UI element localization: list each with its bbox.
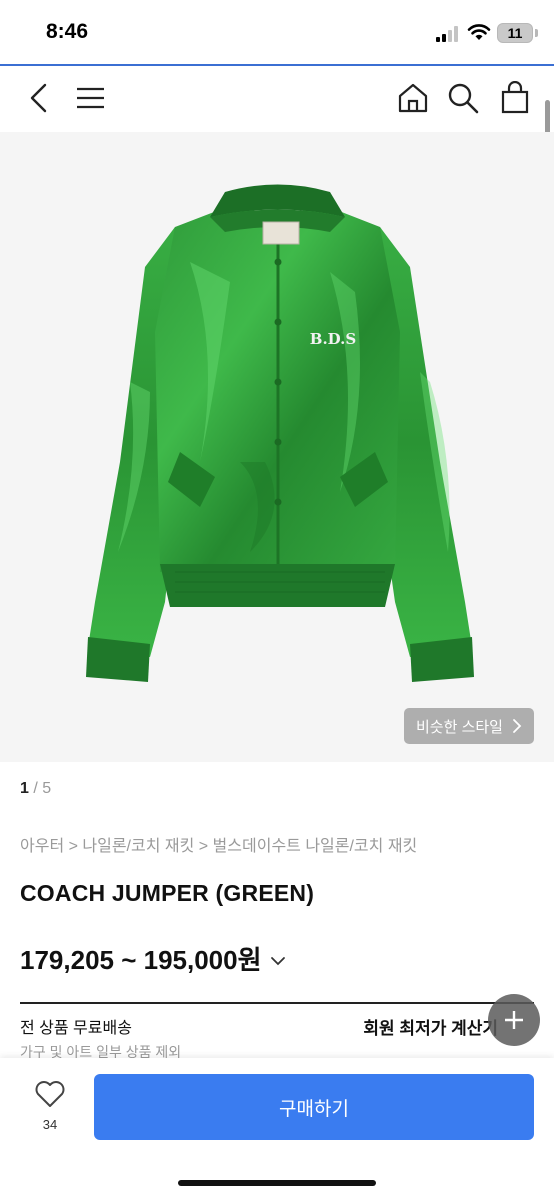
chevron-right-icon <box>513 719 522 733</box>
search-icon[interactable] <box>446 81 480 115</box>
hamburger-menu-icon[interactable] <box>74 81 108 115</box>
app-header <box>0 66 554 132</box>
chevron-left-icon[interactable] <box>22 81 56 115</box>
breadcrumb[interactable]: 아우터 > 나일론/코치 재킷 > 벌스데이수트 나일론/코치 재킷 <box>20 832 417 856</box>
section-divider <box>20 1002 534 1004</box>
product-image[interactable]: B.D.S 비슷한 스타일 <box>0 132 554 762</box>
heart-icon <box>35 1081 65 1107</box>
similar-style-button[interactable]: 비슷한 스타일 <box>404 708 534 744</box>
buy-button[interactable]: 구매하기 <box>94 1074 534 1140</box>
image-total: / 5 <box>33 780 52 797</box>
jacket-image: B.D.S <box>86 184 474 682</box>
plus-icon <box>505 1011 523 1029</box>
battery-tip <box>535 29 538 37</box>
price-range[interactable]: 179,205 ~ 195,000원 <box>20 940 286 977</box>
status-time: 8:46 <box>46 20 89 43</box>
status-bar: 8:46 11 <box>0 0 554 64</box>
shopping-bag-icon[interactable] <box>498 81 532 115</box>
chevron-down-icon[interactable] <box>270 956 286 966</box>
product-title: COACH JUMPER (GREEN) <box>20 880 315 906</box>
price-text: 179,205 ~ 195,000원 <box>20 945 262 975</box>
image-counter: 1 / 5 <box>20 780 51 798</box>
free-shipping-label: 전 상품 무료배송 <box>20 1020 132 1037</box>
home-indicator <box>178 1180 376 1186</box>
wishlist-button[interactable]: 34 <box>30 1080 70 1132</box>
plus-fab-button[interactable] <box>488 994 540 1046</box>
battery-level: 11 <box>507 25 523 41</box>
wishlist-count: 34 <box>42 1117 58 1132</box>
cellular-signal-icon <box>436 26 458 42</box>
home-icon[interactable] <box>396 81 430 115</box>
similar-style-label: 비슷한 스타일 <box>416 718 503 736</box>
bottom-action-bar: 34 구매하기 <box>0 1058 554 1200</box>
image-index: 1 <box>20 780 29 797</box>
wifi-icon <box>467 24 491 40</box>
jacket-logo-text: B.D.S <box>310 330 356 348</box>
member-price-calculator-link[interactable]: 회원 최저가 계산기 <box>363 1014 498 1039</box>
battery-icon: 11 <box>497 23 533 43</box>
